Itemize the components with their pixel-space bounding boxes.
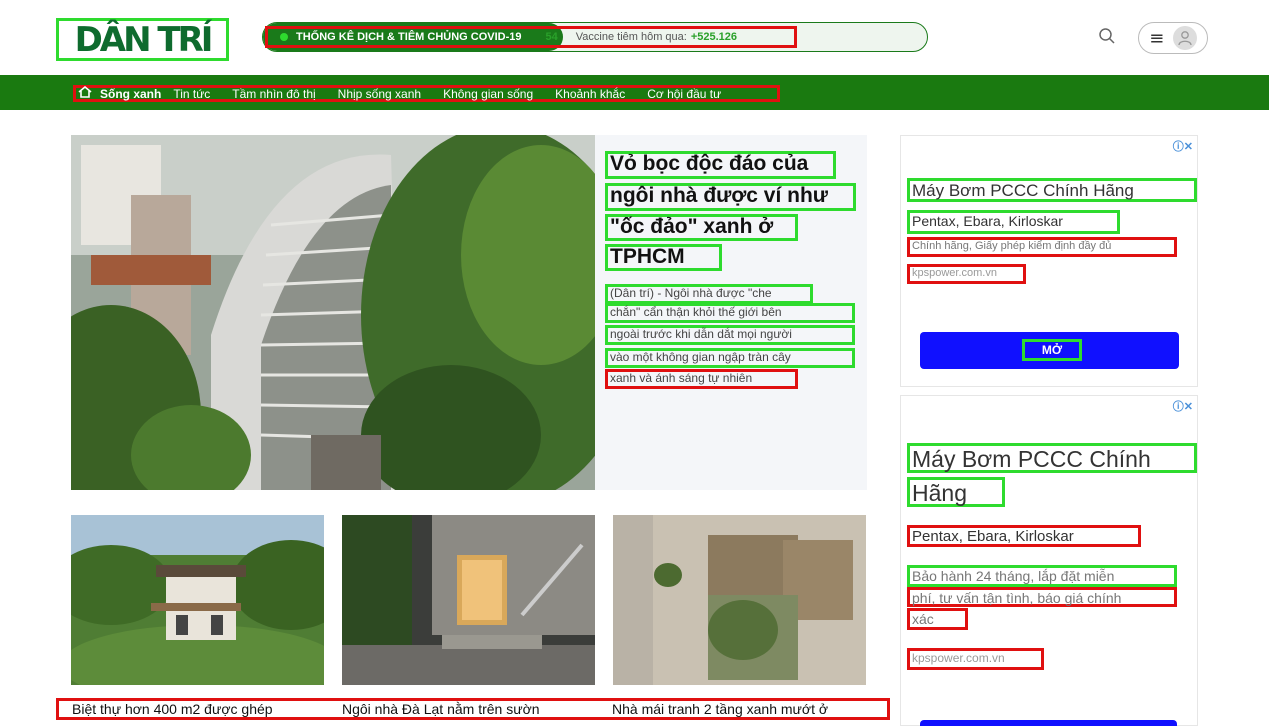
article-title-1[interactable]: Biệt thự hơn 400 m2 được ghép	[72, 701, 273, 717]
nav-item-song-xanh[interactable]: Sống xanh	[100, 87, 161, 101]
ad2-title-line-1[interactable]: Máy Bơm PCCC Chính	[907, 443, 1197, 473]
ad1-subtitle[interactable]: Pentax, Ebara, Kirloskar	[907, 210, 1120, 234]
vaccine-count: +525.126	[690, 31, 738, 43]
featured-summary-line-5: xanh và ánh sáng tự nhiên	[605, 369, 798, 389]
article-title-3[interactable]: Nhà mái tranh 2 tầng xanh mướt ở	[612, 701, 828, 717]
nav-item-khong-gian-song[interactable]: Không gian sống	[443, 87, 533, 101]
ad2-desc-line-2[interactable]: phí, tư vấn tận tình, báo giá chính	[907, 587, 1177, 607]
ad1-open-label[interactable]: MỞ	[1022, 339, 1082, 361]
featured-title-line-3[interactable]: "ốc đảo" xanh ở	[605, 214, 798, 241]
article-title-2[interactable]: Ngôi nhà Đà Lạt nằm trên sườn	[342, 701, 540, 717]
covid-count: 54	[545, 31, 558, 43]
ad2-desc-line-3[interactable]: xác	[907, 608, 968, 630]
featured-title-line-4[interactable]: TPHCM	[605, 244, 722, 271]
ad2-open-button[interactable]	[920, 720, 1177, 726]
featured-title-line-2[interactable]: ngôi nhà được ví như	[605, 183, 856, 211]
featured-summary-line-3: ngoài trước khi dẫn dắt mọi người	[605, 325, 855, 345]
ad2-title-line-2[interactable]: Hãng	[907, 477, 1005, 507]
nav-item-tin-tuc[interactable]: Tin tức	[173, 87, 210, 101]
featured-title-line-1[interactable]: Vỏ bọc độc đáo của	[605, 151, 836, 179]
featured-summary-line-1: (Dân trí) - Ngôi nhà được "che	[605, 284, 813, 304]
ad-choices-icon[interactable]: ⓘ✕	[1173, 138, 1193, 154]
nav-item-nhip-song-xanh[interactable]: Nhịp sống xanh	[338, 87, 421, 101]
ad-choices-icon[interactable]: ⓘ✕	[1173, 398, 1193, 414]
avatar-icon	[1172, 26, 1197, 50]
menu-account-button[interactable]: ≡	[1138, 22, 1208, 54]
article-thumb-3[interactable]	[613, 515, 866, 685]
live-dot-icon	[280, 33, 288, 41]
dantri-logo[interactable]: DÂN TRÍ	[56, 18, 229, 61]
ad2-desc-line-1[interactable]: Bảo hành 24 tháng, lắp đặt miễn	[907, 565, 1177, 587]
home-icon[interactable]	[78, 85, 92, 101]
ad1-desc[interactable]: Chính hãng, Giấy phép kiểm định đầy đủ	[907, 237, 1177, 257]
logo-text: DÂN TRÍ	[74, 19, 214, 60]
nav-menu: Sống xanh Tin tức Tầm nhìn đô thị Nhịp s…	[73, 85, 780, 102]
nav-item-tam-nhin-do-thi[interactable]: Tầm nhìn đô thị	[232, 87, 315, 101]
featured-image[interactable]	[71, 135, 595, 490]
ad2-url[interactable]: kpspower.com.vn	[907, 648, 1044, 670]
featured-summary-line-4: vào một không gian ngập tràn cây	[605, 348, 855, 368]
nav-item-khoanh-khac[interactable]: Khoảnh khắc	[555, 87, 625, 101]
covid-stats-link[interactable]: THỐNG KÊ DỊCH & TIÊM CHỦNG COVID-19 54 V…	[265, 26, 797, 48]
ad1-title[interactable]: Máy Bơm PCCC Chính Hãng	[907, 178, 1197, 202]
vaccine-label: Vaccine tiêm hôm qua:	[575, 31, 687, 43]
ad2-subtitle[interactable]: Pentax, Ebara, Kirloskar	[907, 525, 1141, 547]
article-thumb-2[interactable]	[342, 515, 595, 685]
search-icon[interactable]	[1098, 27, 1116, 45]
ad1-url[interactable]: kpspower.com.vn	[907, 264, 1026, 284]
covid-title: THỐNG KÊ DỊCH & TIÊM CHỦNG COVID-19	[296, 31, 522, 43]
hamburger-icon: ≡	[1149, 27, 1165, 49]
nav-item-co-hoi-dau-tu[interactable]: Cơ hội đầu tư	[647, 87, 721, 101]
article-thumb-1[interactable]	[71, 515, 324, 685]
featured-summary-line-2: chắn" cẩn thận khỏi thế giới bên	[605, 303, 855, 323]
